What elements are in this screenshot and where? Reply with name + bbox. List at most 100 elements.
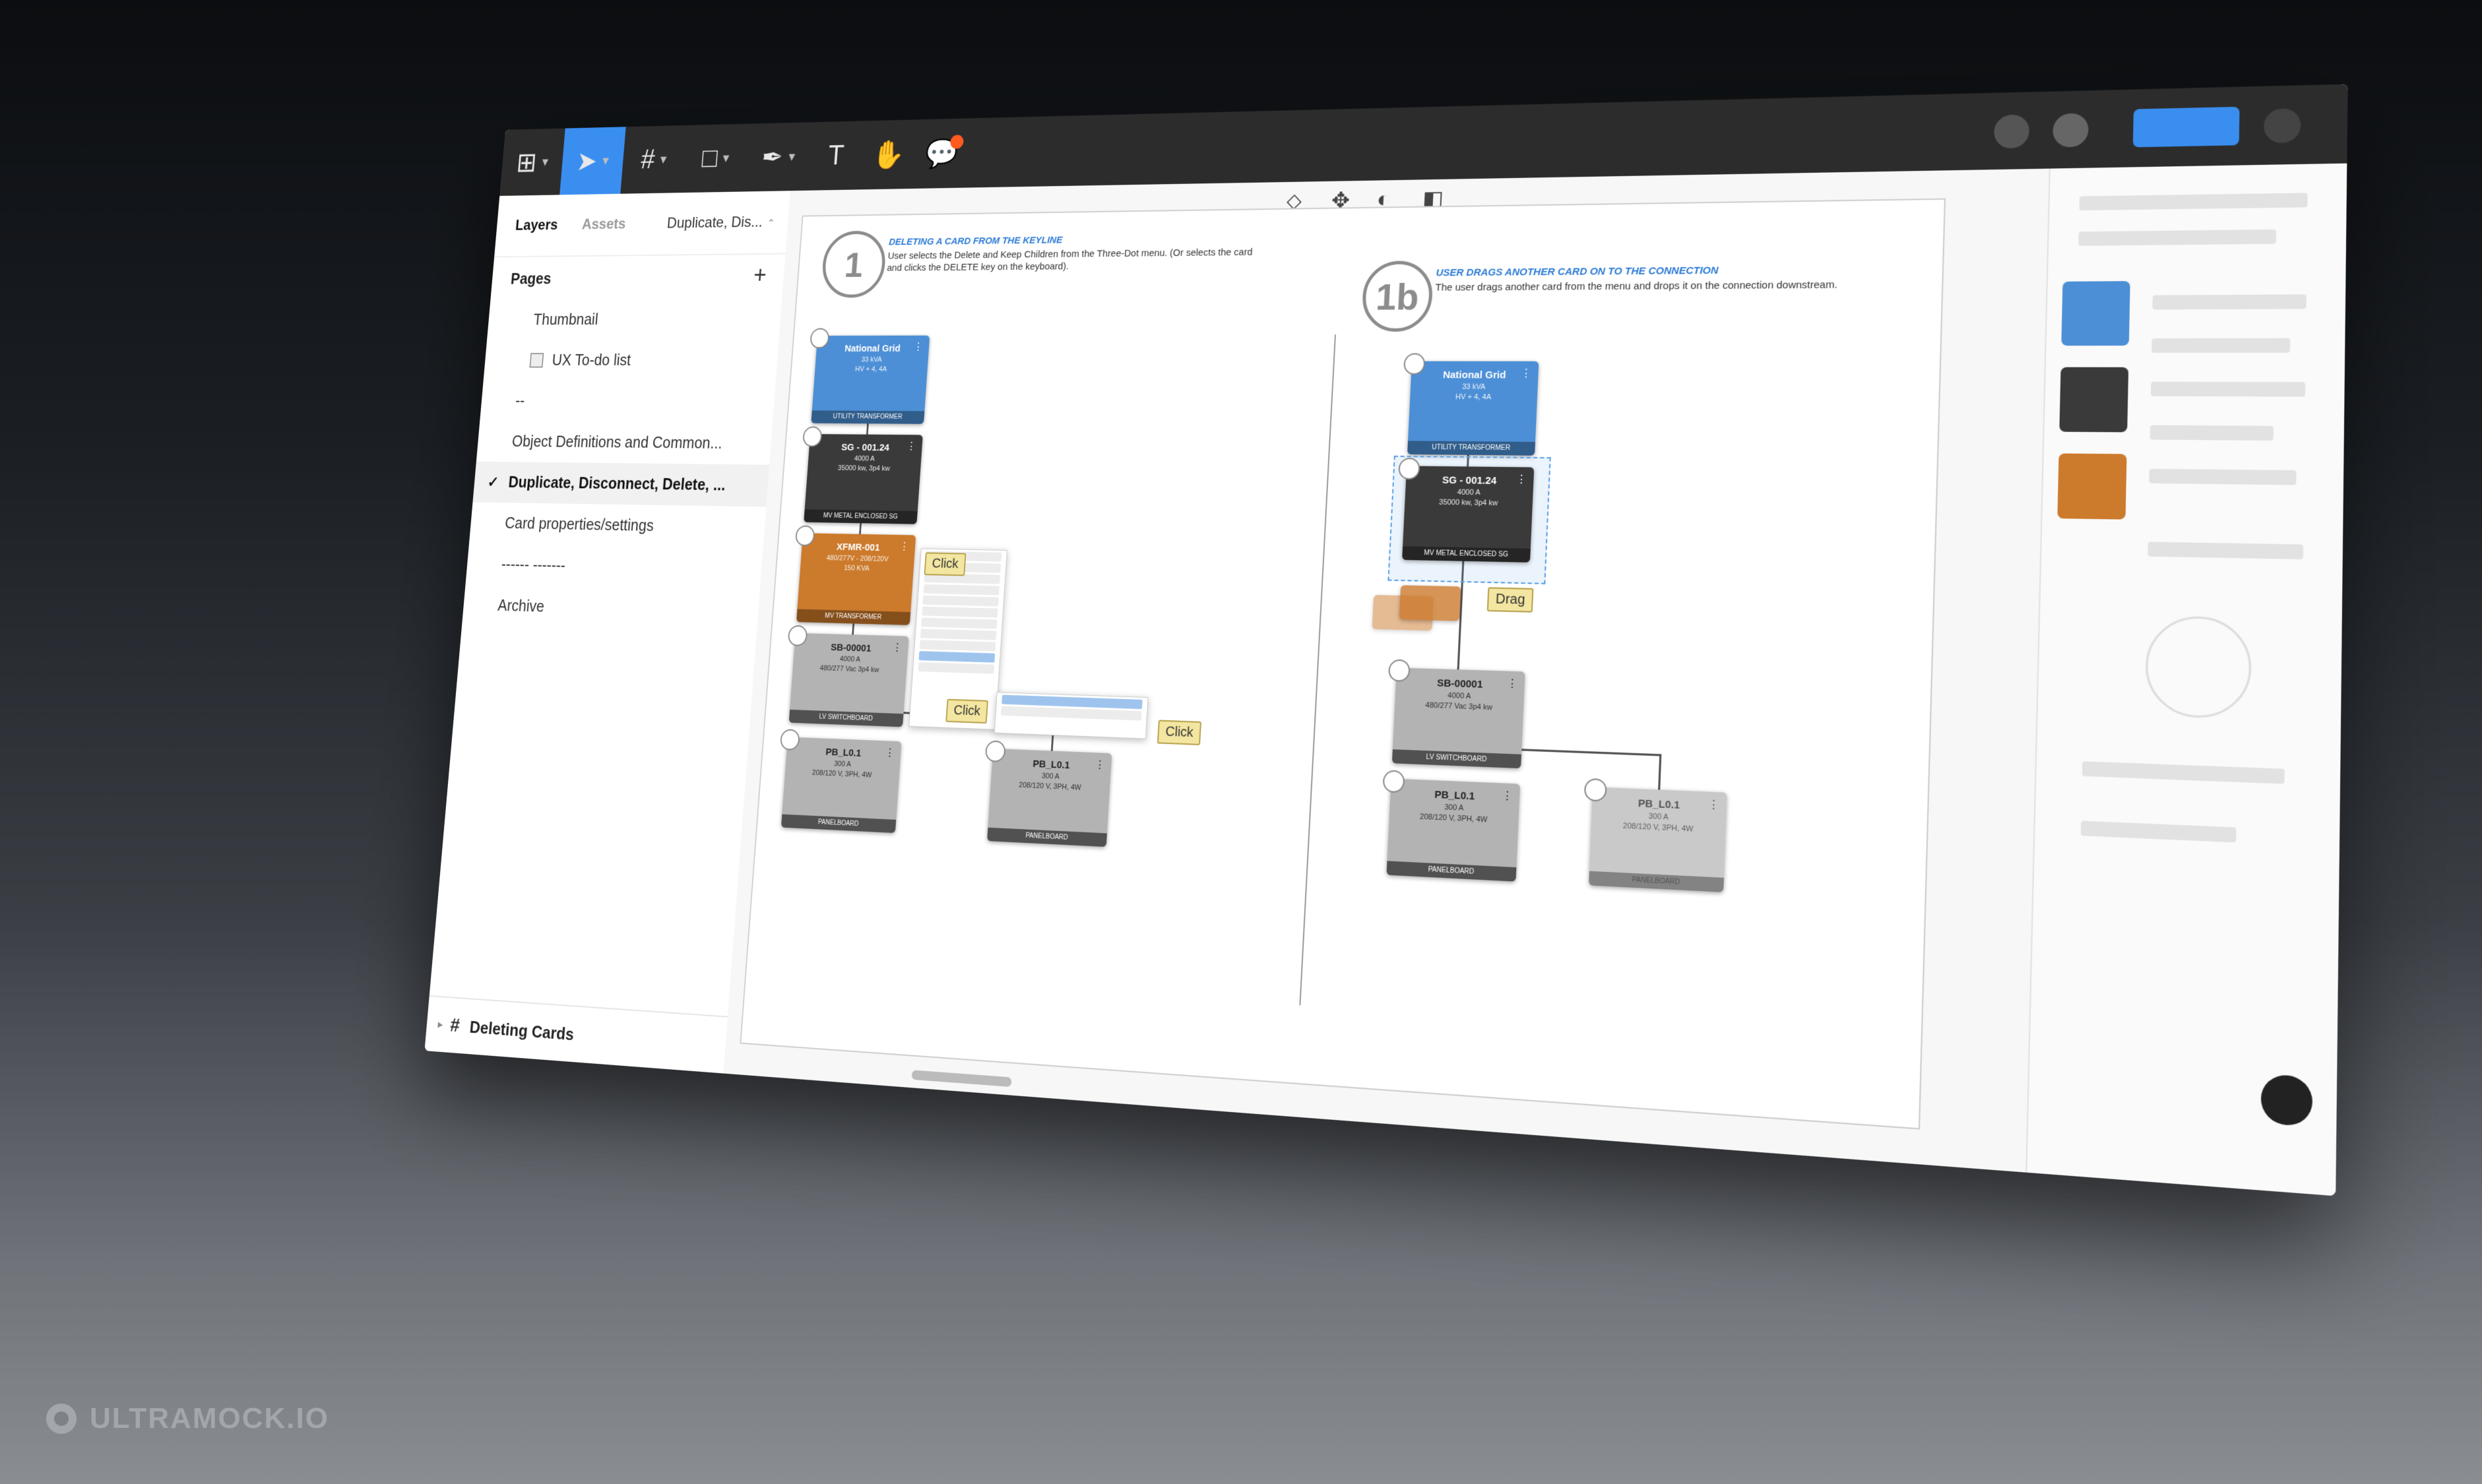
- properties-row[interactable]: [2148, 541, 2304, 560]
- page-item-duplicate[interactable]: ✓ Duplicate, Disconnect, Delete, ...: [472, 461, 770, 507]
- page-item-archive[interactable]: Archive: [462, 584, 760, 634]
- layer-row-deleting-cards[interactable]: ▸ # Deleting Cards: [424, 995, 728, 1074]
- three-dot-menu-icon[interactable]: ⋮: [1095, 758, 1106, 772]
- page-item-card-properties[interactable]: Card properties/settings: [469, 502, 766, 549]
- card-line: HV + 4, 4A: [1455, 392, 1492, 402]
- properties-row[interactable]: [2152, 294, 2307, 310]
- main-menu-button[interactable]: ⊞ ▾: [499, 129, 565, 196]
- card-xfmr-001[interactable]: XFMR-001 480/277V - 208/120V 150 KVA ⋮ M…: [796, 533, 916, 625]
- context-menu-item[interactable]: [922, 606, 998, 618]
- layer-label: Deleting Cards: [468, 1016, 575, 1044]
- three-dot-menu-icon[interactable]: ⋮: [892, 641, 903, 654]
- card-national-grid[interactable]: National Grid 33 kVA HV + 4, 4A ⋮ UTILIT…: [1407, 361, 1539, 456]
- step-heading: Deleting a card from the keyline: [888, 234, 1063, 248]
- card-sb-00001[interactable]: SB-00001 4000 A 480/277 Vac 3p4 kw ⋮ LV …: [1391, 667, 1525, 769]
- three-dot-menu-icon[interactable]: ⋮: [899, 540, 910, 553]
- shape-tool-button[interactable]: □ ▾: [682, 124, 750, 193]
- step-description: The user drags another card from the men…: [1435, 278, 1838, 294]
- pen-tool-button[interactable]: ✒ ▾: [744, 122, 813, 191]
- three-dot-menu-icon[interactable]: ⋮: [1707, 797, 1719, 813]
- three-dot-menu-icon[interactable]: ⋮: [1515, 473, 1527, 487]
- three-dot-menu-icon[interactable]: ⋮: [885, 746, 895, 760]
- card-footer: LV SWITCHBOARD: [788, 709, 904, 727]
- hand-tool-button[interactable]: ✋: [860, 119, 918, 189]
- card-footer: MV TRANSFORMER: [796, 609, 911, 625]
- card-sb-00001[interactable]: SB-00001 4000 A 480/277 Vac 3p4 kw ⋮ LV …: [788, 633, 909, 727]
- card-sg-001[interactable]: SG - 001.24 4000 A 35000 kw, 3p4 kw ⋮ MV…: [804, 434, 923, 524]
- delete-submenu[interactable]: [994, 692, 1149, 739]
- chevron-down-icon: ▾: [541, 154, 549, 170]
- card-line: 4000 A: [854, 454, 875, 463]
- card-pb-l01[interactable]: PB_L0.1 300 A 208/120 V, 3PH, 4W ⋮ PANEL…: [780, 737, 902, 834]
- context-menu-item[interactable]: [921, 617, 998, 629]
- three-dot-menu-icon[interactable]: ⋮: [1521, 367, 1532, 381]
- context-menu-item[interactable]: [919, 640, 996, 652]
- canvas[interactable]: ⬦ ✥ ◐ ◧ 1 Deleting a card from the keyli…: [723, 168, 2051, 1173]
- card-pb-l01[interactable]: PB_L0.1 300 A 208/120 V, 3PH, 4W ⋮ PANEL…: [1386, 778, 1521, 882]
- page-item-label: Card properties/settings: [504, 514, 654, 535]
- color-wheel[interactable]: [2144, 615, 2252, 720]
- card-pb-l01[interactable]: PB_L0.1 300 A 208/120 V, 3PH, 4W ⋮ PANEL…: [987, 748, 1112, 848]
- card-footer: UTILITY TRANSFORMER: [1407, 441, 1536, 456]
- click-tooltip: Click: [924, 552, 967, 576]
- context-menu-item[interactable]: [923, 584, 1000, 596]
- share-button[interactable]: [2132, 106, 2240, 148]
- card-line: 480/277 Vac 3p4 kw: [1425, 701, 1493, 712]
- properties-row[interactable]: [2082, 761, 2285, 784]
- avatar[interactable]: [1993, 114, 2030, 149]
- page-item-label: Archive: [497, 596, 545, 615]
- page-item-ux-todo[interactable]: UX To-do list: [484, 340, 779, 381]
- properties-row[interactable]: [2078, 229, 2277, 246]
- add-page-icon[interactable]: +: [753, 262, 767, 289]
- context-menu-item-delete[interactable]: [918, 651, 996, 663]
- properties-row[interactable]: [2080, 820, 2237, 843]
- watermark-text: ULTRAMOCK.IO: [90, 1402, 329, 1435]
- three-dot-menu-icon[interactable]: ⋮: [913, 340, 924, 353]
- frame-tool-button[interactable]: # ▾: [620, 125, 687, 194]
- frame-tool-icon: #: [639, 144, 656, 175]
- horizontal-scrollbar[interactable]: [911, 1070, 1012, 1088]
- card-national-grid[interactable]: National Grid 33 kVA HV + 4, 4A ⋮ UTILIT…: [811, 335, 930, 424]
- main-menu-icon: ⊞: [515, 147, 538, 177]
- zoom-menu-icon[interactable]: [2263, 108, 2301, 144]
- card-line: 35000 kw, 3p4 kw: [1438, 498, 1498, 508]
- properties-row[interactable]: [2150, 381, 2306, 397]
- text-tool-button[interactable]: T: [808, 121, 865, 190]
- page-item-separator[interactable]: --: [480, 381, 775, 423]
- context-menu-item[interactable]: [918, 662, 995, 674]
- context-menu-item[interactable]: [920, 629, 997, 640]
- properties-row[interactable]: [2149, 425, 2274, 441]
- properties-row[interactable]: [2149, 468, 2297, 485]
- tab-assets[interactable]: Assets: [581, 216, 626, 233]
- page-item-divider[interactable]: ------ -------: [466, 543, 763, 591]
- properties-row[interactable]: [2151, 338, 2291, 353]
- hand-tool-icon: ✋: [871, 139, 907, 171]
- deleting-cards-frame[interactable]: 1 Deleting a card from the keyline User …: [740, 198, 1946, 1130]
- three-dot-menu-icon[interactable]: ⋮: [1502, 789, 1513, 803]
- card-sg-001[interactable]: SG - 001.24 4000 A 35000 kw, 3p4 kw ⋮ MV…: [1402, 466, 1535, 563]
- card-footer: LV SWITCHBOARD: [1391, 749, 1522, 769]
- dragged-card[interactable]: [1399, 585, 1461, 621]
- comment-tool-button[interactable]: 💬: [912, 118, 971, 189]
- move-tool-button[interactable]: ➤ ▾: [559, 127, 626, 195]
- context-menu-item[interactable]: [922, 595, 999, 607]
- card-title: National Grid: [1442, 369, 1506, 381]
- help-button[interactable]: [2260, 1073, 2313, 1127]
- card-title: SG - 001.24: [1442, 474, 1497, 487]
- multiplayer-icon[interactable]: [2052, 113, 2089, 148]
- three-dot-menu-icon[interactable]: ⋮: [906, 440, 916, 453]
- properties-panel: [2025, 163, 2347, 1196]
- tab-layers[interactable]: Layers: [515, 217, 558, 235]
- page-item-object-definitions[interactable]: Object Definitions and Common...: [476, 421, 773, 465]
- current-page-selector[interactable]: Duplicate, Dis... ⌃: [666, 214, 775, 233]
- properties-row[interactable]: [2079, 193, 2308, 211]
- card-line: 4000 A: [1457, 488, 1481, 497]
- pen-tool-icon: ✒: [760, 141, 784, 173]
- step-number-badge: 1: [820, 230, 887, 298]
- connector-line: [1658, 754, 1662, 790]
- page-item-thumbnail[interactable]: Thumbnail: [487, 298, 782, 340]
- chevron-down-icon: ▾: [722, 150, 730, 166]
- three-dot-menu-icon[interactable]: ⋮: [1506, 677, 1518, 691]
- card-pb-l01-disabled[interactable]: PB_L0.1 300 A 208/120 V, 3PH, 4W ⋮ PANEL…: [1589, 787, 1727, 892]
- step-number-badge: 1b: [1360, 261, 1434, 332]
